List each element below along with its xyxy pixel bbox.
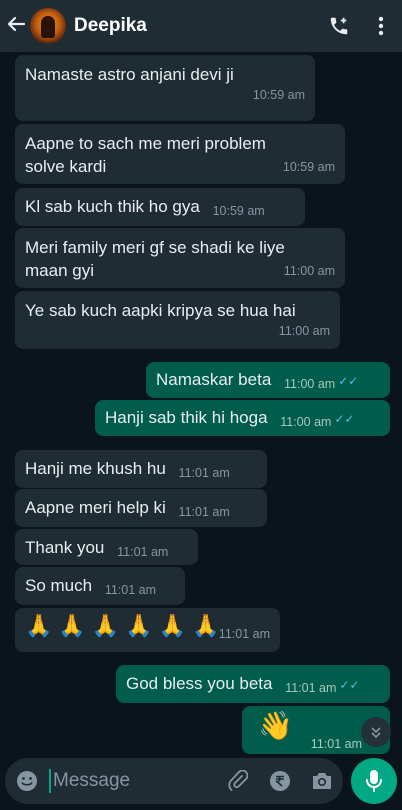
read-ticks-icon: ✓✓	[339, 678, 360, 692]
message-time: 11:01 am	[178, 466, 230, 480]
message-time: 11:00 am	[278, 324, 330, 338]
message-time: 11:01 am	[218, 627, 270, 641]
more-vert-icon[interactable]	[360, 16, 402, 36]
chat-header: Deepika	[0, 0, 402, 52]
message-time: 11:00 am	[280, 415, 332, 429]
emoji-text: 🙏🙏🙏🙏🙏🙏	[25, 613, 226, 638]
message-time: 11:01 am	[310, 737, 362, 751]
message-bubble[interactable]: Aapne to sach me meri problem solve kard…	[15, 124, 345, 184]
message-bubble[interactable]: 🙏🙏🙏🙏🙏🙏 11:01 am	[15, 608, 280, 652]
avatar[interactable]	[30, 8, 66, 44]
message-text: Hanji sab thik hi hoga	[105, 408, 268, 427]
message-text: Meri family meri gf se shadi ke liye maa…	[25, 238, 285, 280]
message-time: 10:59 am	[282, 160, 335, 174]
double-chevron-down-icon	[371, 727, 381, 739]
scroll-down-button[interactable]	[361, 717, 391, 747]
message-bubble[interactable]: Kl sab kuch thik ho gya 10:59 am	[15, 188, 305, 226]
message-bubble[interactable]: Thank you 11:01 am	[15, 529, 198, 565]
message-time: 11:00 am	[284, 377, 336, 391]
mic-button[interactable]	[351, 758, 397, 804]
add-call-icon[interactable]	[318, 15, 360, 37]
message-text: Namaskar beta	[156, 370, 272, 389]
mic-icon	[366, 770, 382, 792]
message-text: So much	[25, 576, 93, 595]
message-text: Kl sab kuch thik ho gya	[25, 197, 200, 216]
camera-icon[interactable]	[301, 771, 343, 791]
read-ticks-icon: ✓✓	[334, 412, 355, 426]
message-text: Namaste astro anjani devi ji	[25, 65, 234, 84]
message-time: 11:01 am	[285, 681, 337, 695]
message-input-container[interactable]: Message	[5, 758, 343, 804]
message-text: God bless you beta	[126, 674, 273, 693]
message-bubble[interactable]: Ye sab kuch aapki kripya se hua hai 11:0…	[15, 291, 340, 349]
message-bubble[interactable]: Hanji sab thik hi hoga 11:00 am ✓✓	[95, 400, 390, 436]
text-caret	[49, 769, 51, 793]
message-list[interactable]: Namaste astro anjani devi ji 10:59 am Aa…	[0, 52, 402, 754]
message-input[interactable]: Message	[53, 770, 217, 792]
message-time: 11:01 am	[104, 583, 157, 597]
composer-bar: Message	[0, 754, 402, 810]
rupee-icon[interactable]	[259, 770, 301, 792]
message-bubble[interactable]: Aapne meri help ki 11:01 am	[15, 489, 267, 527]
message-bubble[interactable]: Namaskar beta 11:00 am ✓✓	[146, 362, 390, 398]
message-text: Aapne to sach me meri problem solve kard…	[25, 134, 266, 176]
message-text: Thank you	[25, 538, 105, 557]
attach-icon[interactable]	[217, 770, 259, 792]
message-bubble[interactable]: Meri family meri gf se shadi ke liye maa…	[15, 228, 345, 288]
contact-name[interactable]: Deepika	[74, 15, 318, 37]
message-bubble[interactable]: Hanji me khush hu 11:01 am	[15, 450, 267, 488]
message-text: Aapne meri help ki	[25, 498, 166, 517]
message-time: 10:59 am	[252, 88, 305, 102]
message-bubble[interactable]: So much 11:01 am	[15, 567, 185, 605]
message-time: 11:01 am	[178, 505, 230, 519]
message-time: 11:00 am	[283, 264, 335, 278]
emoji-icon[interactable]	[15, 770, 39, 792]
message-time: 11:01 am	[117, 545, 169, 559]
message-time: 10:59 am	[212, 204, 265, 218]
message-text: Ye sab kuch aapki kripya se hua hai	[25, 301, 296, 320]
message-bubble[interactable]: God bless you beta 11:01 am ✓✓	[116, 665, 390, 703]
message-text: Hanji me khush hu	[25, 459, 166, 478]
read-ticks-icon: ✓✓	[338, 374, 359, 388]
message-bubble[interactable]: Namaste astro anjani devi ji 10:59 am	[15, 55, 315, 121]
arrow-left-icon[interactable]	[6, 14, 28, 38]
